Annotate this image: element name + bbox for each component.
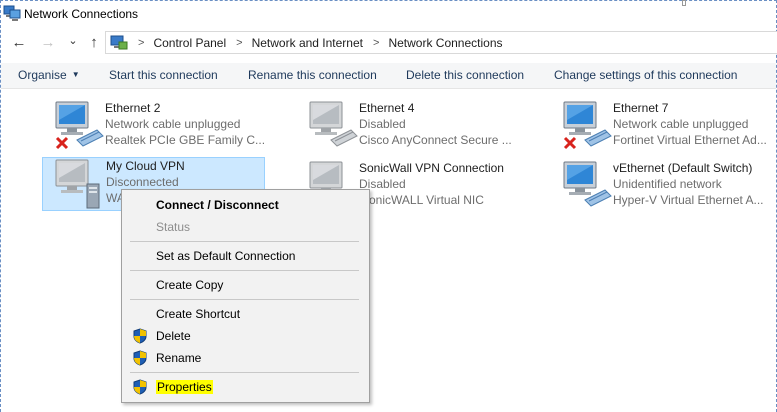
uac-shield-icon bbox=[133, 379, 147, 395]
connection-name: SonicWall VPN Connection bbox=[359, 161, 504, 175]
resize-handle[interactable] bbox=[682, 0, 686, 6]
network-connections-window: Network Connections ← → ⌄ ↑ > Control Pa… bbox=[0, 0, 777, 412]
vpn-connection-icon bbox=[55, 159, 100, 209]
menu-item-set-default[interactable]: Set as Default Connection bbox=[122, 245, 369, 267]
title-bar: Network Connections bbox=[1, 0, 776, 27]
address-field[interactable]: > Control Panel > Network and Internet >… bbox=[105, 31, 777, 54]
breadcrumb-separator[interactable]: > bbox=[138, 37, 144, 49]
connection-name: Ethernet 7 bbox=[613, 101, 669, 115]
menu-item-properties[interactable]: Properties bbox=[122, 376, 369, 398]
menu-separator bbox=[130, 270, 359, 271]
menu-item-create-shortcut[interactable]: Create Shortcut bbox=[122, 303, 369, 325]
breadcrumb-network-connections[interactable]: Network Connections bbox=[388, 36, 502, 50]
connection-status: Disabled bbox=[359, 117, 406, 131]
menu-item-label: Connect / Disconnect bbox=[156, 198, 279, 212]
network-connections-icon bbox=[3, 5, 21, 21]
menu-item-create-copy[interactable]: Create Copy bbox=[122, 274, 369, 296]
menu-item-delete[interactable]: Delete bbox=[122, 325, 369, 347]
breadcrumb-separator[interactable]: > bbox=[236, 37, 242, 49]
delete-connection-button[interactable]: Delete this connection bbox=[406, 68, 524, 82]
menu-separator bbox=[130, 299, 359, 300]
menu-item-label: Create Shortcut bbox=[156, 307, 241, 321]
connection-status: Network cable unplugged bbox=[613, 117, 749, 131]
context-menu: Connect / Disconnect Status Set as Defau… bbox=[121, 189, 370, 403]
breadcrumb-separator[interactable]: > bbox=[373, 37, 379, 49]
breadcrumb-control-panel[interactable]: Control Panel bbox=[153, 36, 226, 50]
up-arrow-icon[interactable]: ↑ bbox=[86, 33, 102, 51]
connection-item-ethernet-7[interactable]: Ethernet 7 Network cable unplugged Forti… bbox=[561, 100, 777, 154]
menu-item-label: Delete bbox=[156, 329, 191, 343]
connection-status: Unidentified network bbox=[613, 177, 722, 191]
ethernet-unplugged-icon bbox=[563, 101, 612, 150]
menu-item-rename[interactable]: Rename bbox=[122, 347, 369, 369]
connection-device: Hyper-V Virtual Ethernet A... bbox=[613, 193, 764, 207]
connection-name: vEthernet (Default Switch) bbox=[613, 161, 753, 175]
menu-item-status: Status bbox=[122, 216, 369, 238]
ethernet-connected-icon bbox=[563, 161, 612, 207]
connection-name: My Cloud VPN bbox=[106, 159, 185, 173]
command-bar: Organise ▼ Start this connection Rename t… bbox=[1, 63, 776, 89]
menu-item-label-highlighted: Properties bbox=[156, 380, 213, 394]
rename-connection-button[interactable]: Rename this connection bbox=[248, 68, 377, 82]
breadcrumb-network-and-internet[interactable]: Network and Internet bbox=[252, 36, 363, 50]
back-arrow-icon[interactable]: ← bbox=[11, 33, 27, 51]
menu-item-label: Rename bbox=[156, 351, 202, 365]
connection-device: Fortinet Virtual Ethernet Ad... bbox=[613, 133, 767, 147]
menu-item-label: Set as Default Connection bbox=[156, 249, 296, 263]
caret-down-icon: ▼ bbox=[71, 70, 80, 79]
organise-button[interactable]: Organise ▼ bbox=[18, 68, 80, 82]
connection-name: Ethernet 2 bbox=[105, 101, 161, 115]
organise-label: Organise bbox=[18, 68, 67, 82]
uac-shield-icon bbox=[133, 328, 147, 344]
window-title: Network Connections bbox=[24, 7, 139, 21]
ethernet-unplugged-icon bbox=[55, 101, 104, 150]
menu-item-label: Status bbox=[156, 220, 191, 234]
connection-name: Ethernet 4 bbox=[359, 101, 415, 115]
connection-status: Disconnected bbox=[106, 175, 179, 189]
connection-item-ethernet-2[interactable]: Ethernet 2 Network cable unplugged Realt… bbox=[53, 100, 269, 154]
connection-device: Cisco AnyConnect Secure ... bbox=[359, 133, 512, 147]
connection-item-ethernet-4[interactable]: Ethernet 4 Disabled Cisco AnyConnect Sec… bbox=[307, 100, 523, 154]
menu-item-label: Create Copy bbox=[156, 278, 224, 292]
change-settings-button[interactable]: Change settings of this connection bbox=[554, 68, 737, 82]
connection-item-vethernet-default-switch[interactable]: vEthernet (Default Switch) Unidentified … bbox=[561, 160, 777, 214]
forward-arrow-icon[interactable]: → bbox=[40, 33, 56, 51]
address-bar: ← → ⌄ ↑ > Control Panel > Network and In… bbox=[1, 29, 777, 55]
connection-status: Network cable unplugged bbox=[105, 117, 241, 131]
uac-shield-icon bbox=[133, 350, 147, 366]
menu-item-connect-disconnect[interactable]: Connect / Disconnect bbox=[122, 194, 369, 216]
connection-device: Realtek PCIe GBE Family C... bbox=[105, 133, 266, 147]
recent-locations-chevron-icon[interactable]: ⌄ bbox=[65, 31, 81, 49]
connection-device: onicWALL Virtual NIC bbox=[369, 193, 484, 207]
control-panel-icon bbox=[110, 35, 128, 49]
ethernet-disabled-icon bbox=[309, 101, 358, 147]
start-connection-button[interactable]: Start this connection bbox=[109, 68, 218, 82]
menu-separator bbox=[130, 241, 359, 242]
menu-separator bbox=[130, 372, 359, 373]
